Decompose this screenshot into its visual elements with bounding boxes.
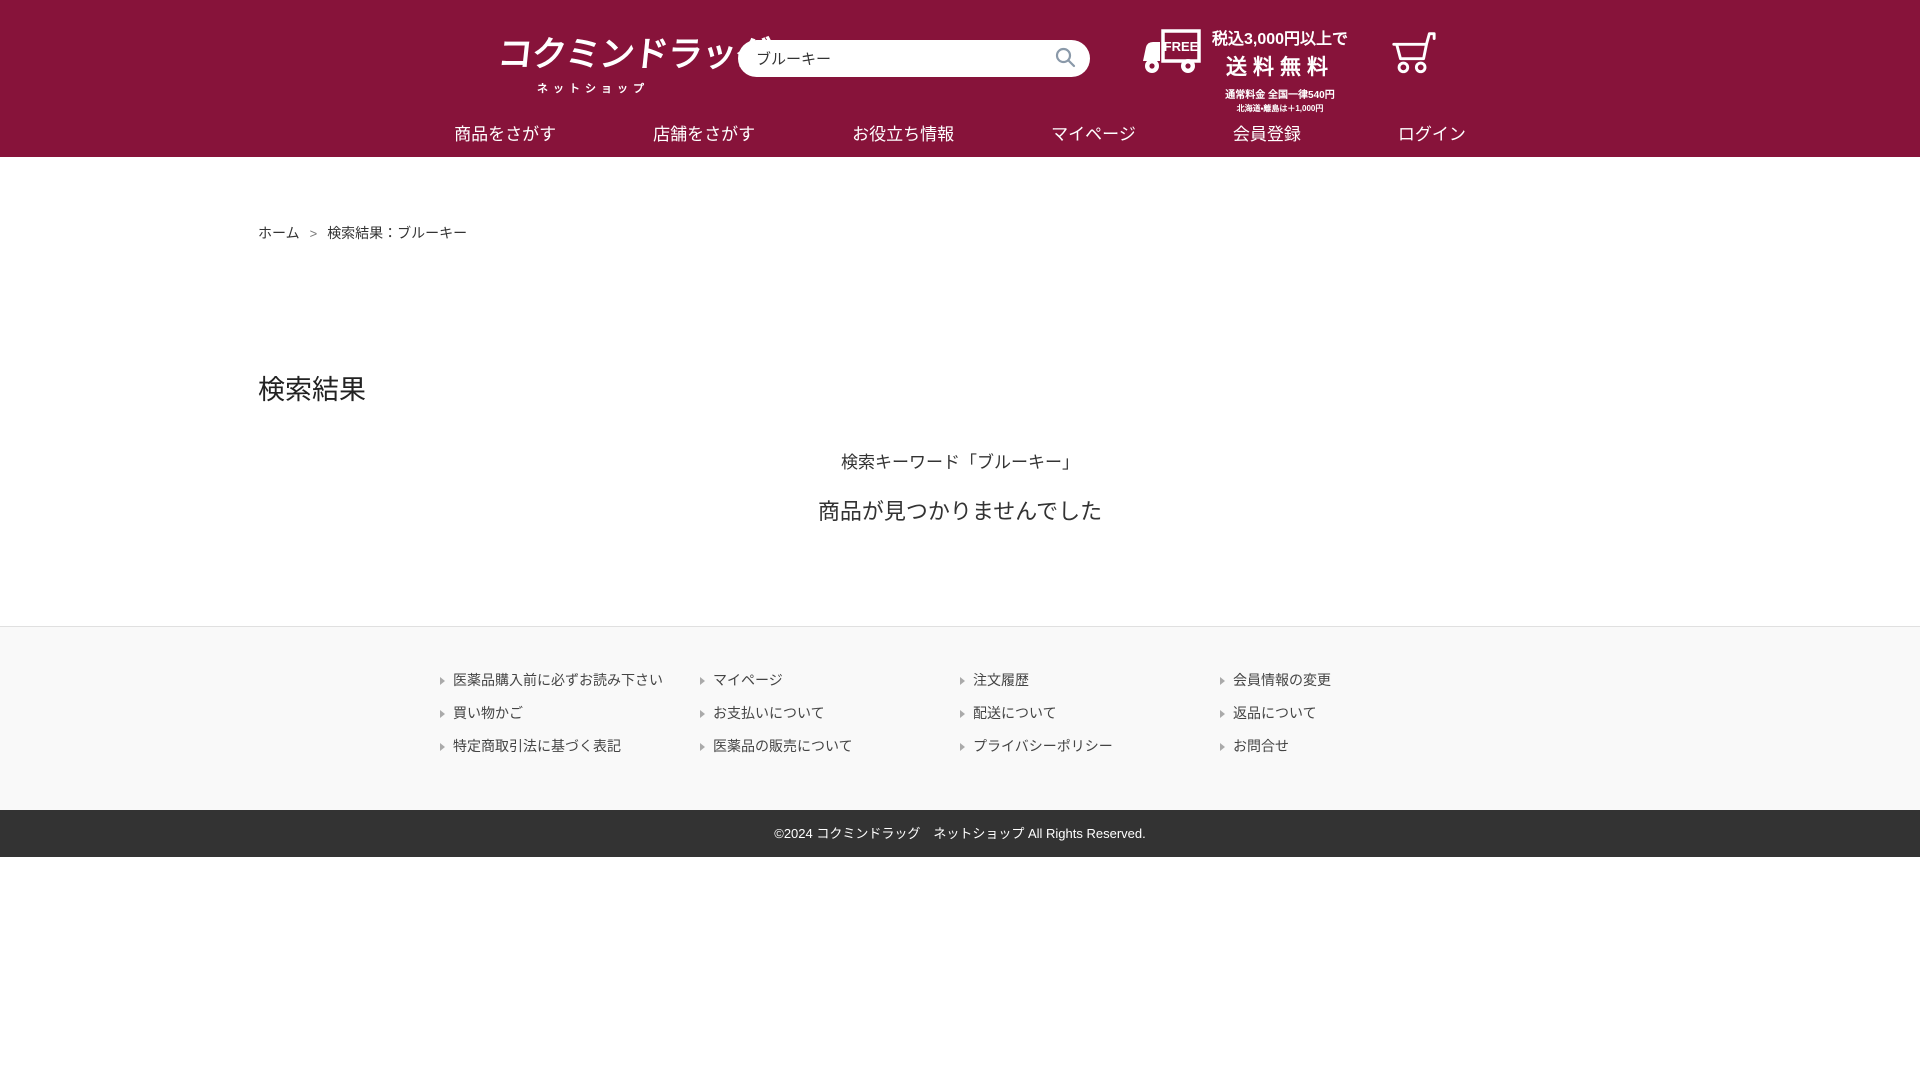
search-keyword-line: 検索キーワード「ブルーキー」 bbox=[0, 448, 1920, 473]
cart-icon bbox=[1388, 65, 1438, 80]
free-truck-icon: FREE bbox=[1140, 25, 1202, 82]
arrow-right-icon bbox=[1220, 710, 1225, 718]
shipping-note-standard: 通常料金 全国一律540円 bbox=[1210, 86, 1350, 101]
footer-column-4: 会員情報の変更 返品について お問合せ bbox=[1220, 671, 1480, 770]
breadcrumb: ホーム > 検索結果：ブルーキー bbox=[0, 157, 1920, 243]
nav-item-info[interactable]: お役立ち情報 bbox=[852, 120, 954, 145]
arrow-right-icon bbox=[960, 710, 965, 718]
logo-title: コクミンドラッグ bbox=[495, 26, 690, 77]
arrow-right-icon bbox=[700, 710, 705, 718]
footer-links: 医薬品購入前に必ずお読み下さい 買い物かご 特定商取引法に基づく表記 マイページ… bbox=[440, 627, 1480, 770]
footer-link-label: 配送について bbox=[973, 704, 1057, 723]
footer-column-3: 注文履歴 配送について プライバシーポリシー bbox=[960, 671, 1220, 770]
arrow-right-icon bbox=[700, 743, 705, 751]
footer-link-payment[interactable]: お支払いについて bbox=[700, 704, 960, 723]
footer-link-delivery[interactable]: 配送について bbox=[960, 704, 1220, 723]
free-shipping-banner: FREE 税込3,000円以上で 送料無料 通常料金 全国一律540円 北海道・… bbox=[1140, 25, 1350, 114]
arrow-right-icon bbox=[440, 677, 445, 685]
site-header: コクミンドラッグ ネットショップ FREE bbox=[0, 0, 1920, 157]
footer-link-order-history[interactable]: 注文履歴 bbox=[960, 671, 1220, 690]
main-content: ホーム > 検索結果：ブルーキー 検索結果 検索キーワード「ブルーキー」 商品が… bbox=[0, 157, 1920, 626]
footer-link-drug-notice[interactable]: 医薬品購入前に必ずお読み下さい bbox=[440, 671, 700, 690]
footer-link-label: 注文履歴 bbox=[973, 671, 1029, 690]
footer-link-label: マイページ bbox=[713, 671, 783, 690]
arrow-right-icon bbox=[960, 743, 965, 751]
main-nav: 商品をさがす 店舗をさがす お役立ち情報 マイページ 会員登録 ログイン bbox=[0, 110, 1920, 154]
arrow-right-icon bbox=[960, 677, 965, 685]
breadcrumb-home-link[interactable]: ホーム bbox=[258, 223, 300, 243]
footer-link-label: 医薬品購入前に必ずお読み下さい bbox=[453, 671, 663, 690]
footer-link-privacy-policy[interactable]: プライバシーポリシー bbox=[960, 737, 1220, 756]
footer-column-1: 医薬品購入前に必ずお読み下さい 買い物かご 特定商取引法に基づく表記 bbox=[440, 671, 700, 770]
footer-link-label: 特定商取引法に基づく表記 bbox=[453, 737, 621, 756]
logo-subtitle: ネットショップ bbox=[498, 80, 688, 96]
footer-link-label: 会員情報の変更 bbox=[1233, 671, 1331, 690]
site-logo[interactable]: コクミンドラッグ ネットショップ bbox=[498, 26, 688, 96]
footer-link-label: 医薬品の販売について bbox=[713, 737, 853, 756]
footer-link-label: お問合せ bbox=[1233, 737, 1289, 756]
search-button[interactable] bbox=[1053, 47, 1077, 71]
footer-link-label: 買い物かご bbox=[453, 704, 523, 723]
footer-link-shopping-cart[interactable]: 買い物かご bbox=[440, 704, 700, 723]
breadcrumb-separator: > bbox=[310, 226, 318, 241]
cart-button[interactable] bbox=[1388, 27, 1438, 77]
page-title: 検索結果 bbox=[258, 368, 1920, 407]
footer-link-label: 返品について bbox=[1233, 704, 1317, 723]
nav-item-stores[interactable]: 店舗をさがす bbox=[653, 120, 755, 145]
arrow-right-icon bbox=[1220, 743, 1225, 751]
copyright-text: ©2024 コクミンドラッグ ネットショップ All Rights Reserv… bbox=[774, 826, 1146, 841]
nav-item-mypage[interactable]: マイページ bbox=[1051, 120, 1136, 145]
no-result-message: 商品が見つかりませんでした bbox=[0, 494, 1920, 626]
breadcrumb-current: 検索結果：ブルーキー bbox=[327, 223, 467, 243]
footer-link-member-info[interactable]: 会員情報の変更 bbox=[1220, 671, 1480, 690]
site-footer: 医薬品購入前に必ずお読み下さい 買い物かご 特定商取引法に基づく表記 マイページ… bbox=[0, 626, 1920, 810]
shipping-text: 税込3,000円以上で 送料無料 通常料金 全国一律540円 北海道・離島は＋1… bbox=[1210, 25, 1350, 114]
arrow-right-icon bbox=[440, 743, 445, 751]
footer-link-contact[interactable]: お問合せ bbox=[1220, 737, 1480, 756]
nav-item-login[interactable]: ログイン bbox=[1398, 120, 1466, 145]
arrow-right-icon bbox=[700, 677, 705, 685]
footer-link-mypage[interactable]: マイページ bbox=[700, 671, 960, 690]
footer-link-returns[interactable]: 返品について bbox=[1220, 704, 1480, 723]
copyright-bar: ©2024 コクミンドラッグ ネットショップ All Rights Reserv… bbox=[0, 810, 1920, 857]
shipping-threshold: 税込3,000円以上で bbox=[1210, 25, 1350, 49]
nav-item-register[interactable]: 会員登録 bbox=[1233, 120, 1301, 145]
search-icon bbox=[1054, 46, 1076, 71]
arrow-right-icon bbox=[440, 710, 445, 718]
footer-link-label: プライバシーポリシー bbox=[973, 737, 1113, 756]
footer-column-2: マイページ お支払いについて 医薬品の販売について bbox=[700, 671, 960, 770]
nav-item-products[interactable]: 商品をさがす bbox=[454, 120, 556, 145]
footer-link-commercial-law[interactable]: 特定商取引法に基づく表記 bbox=[440, 737, 700, 756]
footer-link-label: お支払いについて bbox=[713, 704, 825, 723]
footer-link-drug-sales[interactable]: 医薬品の販売について bbox=[700, 737, 960, 756]
search-bar bbox=[738, 40, 1090, 77]
search-input[interactable] bbox=[756, 50, 1053, 67]
arrow-right-icon bbox=[1220, 677, 1225, 685]
svg-text:FREE: FREE bbox=[1164, 39, 1199, 54]
shipping-free-label: 送料無料 bbox=[1210, 51, 1350, 81]
